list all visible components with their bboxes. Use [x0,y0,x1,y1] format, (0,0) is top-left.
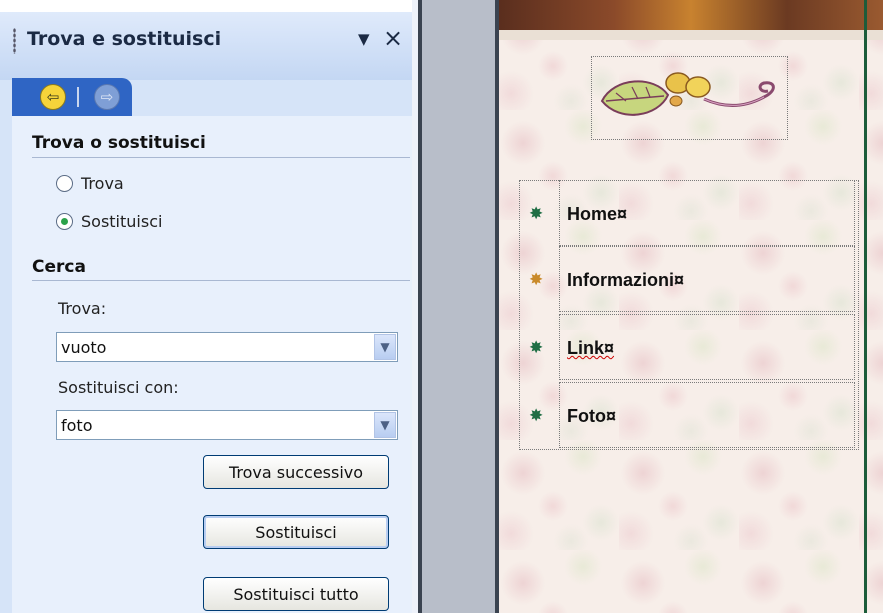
radio-replace-circle[interactable] [56,213,73,230]
green-column-line [864,0,867,613]
forward-arrow-icon[interactable]: ⇨ [94,84,120,110]
section-divider [32,280,410,281]
radio-replace-label: Sostituisci [81,212,163,231]
close-icon[interactable]: × [383,24,403,52]
replace-all-button[interactable]: Sostituisci tutto [203,577,389,611]
drag-grip-icon[interactable] [13,28,16,54]
pane-top-strip [0,0,412,12]
replace-label: Sostituisci con: [58,378,179,397]
find-combobox[interactable]: vuoto ▼ [56,332,398,362]
nav-separator [77,87,79,107]
radio-find-label: Trova [81,174,124,193]
section-title-search: Cerca [32,257,86,277]
radio-replace[interactable]: Sostituisci [56,212,162,231]
document-page[interactable]: ✸ Home¤ ✸ Informazioni¤ ✸ Link¤ ✸ Foto¤ [499,0,883,613]
replace-input-value[interactable]: foto [61,416,92,435]
pane-menu-arrow-icon[interactable]: ▼ [358,30,370,48]
decorative-top-bar [499,0,883,30]
star-bullet-icon: ✸ [529,406,544,426]
section-title-find-replace: Trova o sostituisci [32,133,206,153]
replace-combobox[interactable]: foto ▼ [56,410,398,440]
back-arrow-icon[interactable]: ⇦ [40,84,66,110]
leaf-ornament-icon [600,72,775,116]
radio-find-circle[interactable] [56,175,73,192]
find-dropdown-chevron-down-icon[interactable]: ▼ [374,334,396,360]
star-bullet-icon: ✸ [529,338,544,358]
decorative-top-band [499,30,883,40]
radio-find[interactable]: Trova [56,174,124,193]
pane-nav-bar: ⇦ ⇨ [12,78,132,116]
pane-body: Trova o sostituisci Trova Sostituisci Ce… [12,116,412,613]
replace-dropdown-chevron-down-icon[interactable]: ▼ [374,412,396,438]
section-divider [32,157,410,158]
replace-button[interactable]: Sostituisci [203,515,389,549]
find-label: Trova: [58,299,107,318]
document-gray-margin [422,0,495,613]
find-input-value[interactable]: vuoto [61,338,106,357]
menu-item-home[interactable]: Home¤ [567,204,627,225]
find-next-button[interactable]: Trova successivo [203,455,389,489]
star-bullet-icon: ✸ [529,204,544,224]
pane-title: Trova e sostituisci [27,28,222,50]
star-bullet-icon: ✸ [529,270,544,290]
ornament-image-box[interactable] [591,56,788,140]
menu-item-foto[interactable]: Foto¤ [567,406,616,427]
task-pane: Trova e sostituisci ▼ × ⇦ ⇨ Trova o sost… [0,0,412,613]
menu-item-informazioni[interactable]: Informazioni¤ [567,270,684,291]
menu-item-link[interactable]: Link¤ [567,338,614,359]
